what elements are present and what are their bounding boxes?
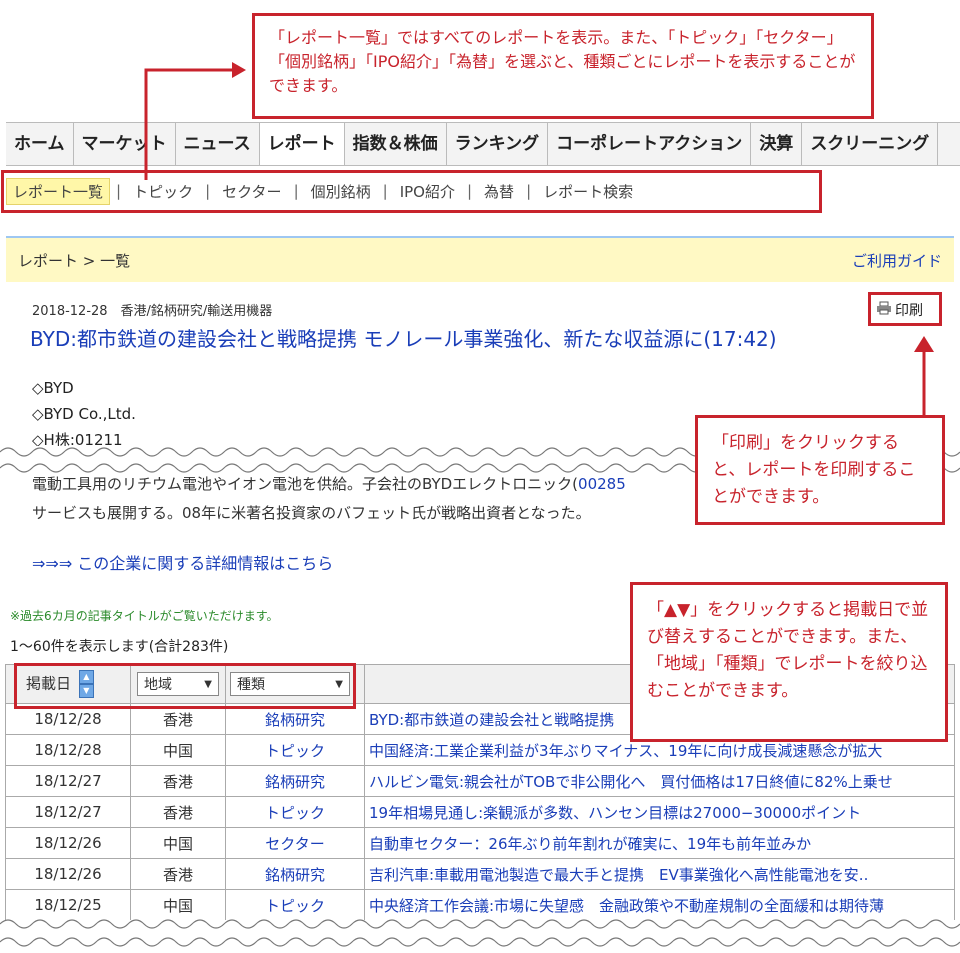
row-type-link[interactable]: トピック [225,796,365,828]
stock-code-line: ◇BYD [32,379,74,397]
table-row: 18/12/27 香港 銘柄研究 ハルビン電気:親会社がTOBで非公開化へ 買付… [5,765,955,797]
print-callout: 「印刷」をクリックすると、レポートを印刷することができます。 [695,415,945,525]
row-title-link[interactable]: 自動車セクター：26年ぶり前年割れが確実に、19年も前年並みか [364,827,955,859]
row-region: 香港 [130,765,226,797]
row-type-link[interactable]: 銘柄研究 [225,858,365,890]
row-type-link[interactable]: トピック [225,734,365,766]
row-date: 18/12/27 [5,765,131,797]
row-date: 18/12/26 [5,827,131,859]
sort-callout: 「▲▼」をクリックすると掲載日で並び替えすることができます。また、「地域」「種類… [630,582,948,742]
breadcrumb-bar: レポート > 一覧 ご利用ガイド [6,236,954,282]
row-type-link[interactable]: セクター [225,827,365,859]
row-date: 18/12/26 [5,858,131,890]
result-count: 1〜60件を表示します(合計283件) [10,639,229,655]
article-meta: 2018-12-28 香港/銘柄研究/輸送用機器 [32,304,273,319]
row-region: 香港 [130,796,226,828]
sort-callout-text: 「▲▼」をクリックすると掲載日で並び替えすることができます。また、「地域」「種類… [647,600,929,701]
row-title-link[interactable]: ハルビン電気:親会社がTOBで非公開化へ 買付価格は17日終値に82%上乗せ [364,765,955,797]
row-date: 18/12/28 [5,734,131,766]
row-region: 香港 [130,858,226,890]
print-highlight-box [868,292,942,326]
table-row: 18/12/26 中国 セクター 自動車セクター：26年ぶり前年割れが確実に、1… [5,827,955,859]
related-code-link[interactable]: 00285 [578,475,626,493]
company-detail-link[interactable]: ⇒⇒⇒ この企業に関する詳細情報はこちら [32,550,333,574]
article-title: BYD:都市鉄道の建設会社と戦略提携 モノレール事業強化、新たな収益源に(17:… [30,327,777,351]
row-title-link[interactable]: 19年相場見通し:楽観派が多数、ハンセン目標は27000−30000ポイント [364,796,955,828]
wave-divider-bottom [0,919,960,950]
row-region: 中国 [130,827,226,859]
description-text: 電動工具用のリチウム電池やイオン電池を供給。子会社のBYDエレクトロニック( [32,475,579,493]
row-type-link[interactable]: 銘柄研究 [225,765,365,797]
sort-filter-highlight-box [14,663,356,709]
row-title-link[interactable]: 吉利汽車:車載用電池製造で最大手と提携 EV事業強化へ高性能電池を安.. [364,858,955,890]
table-row: 18/12/27 香港 トピック 19年相場見通し:楽観派が多数、ハンセン目標は… [5,796,955,828]
row-region: 中国 [130,734,226,766]
stock-code-line: ◇BYD Co.,Ltd. [32,405,136,423]
print-callout-text: 「印刷」をクリックすると、レポートを印刷することができます。 [712,433,916,507]
breadcrumb: レポート > 一覧 [18,252,131,270]
row-date: 18/12/27 [5,796,131,828]
guide-link[interactable]: ご利用ガイド [852,250,942,271]
archive-note: ※過去6カ月の記事タイトルがご覧いただけます。 [10,609,279,623]
table-row: 18/12/26 香港 銘柄研究 吉利汽車:車載用電池製造で最大手と提携 EV事… [5,858,955,890]
